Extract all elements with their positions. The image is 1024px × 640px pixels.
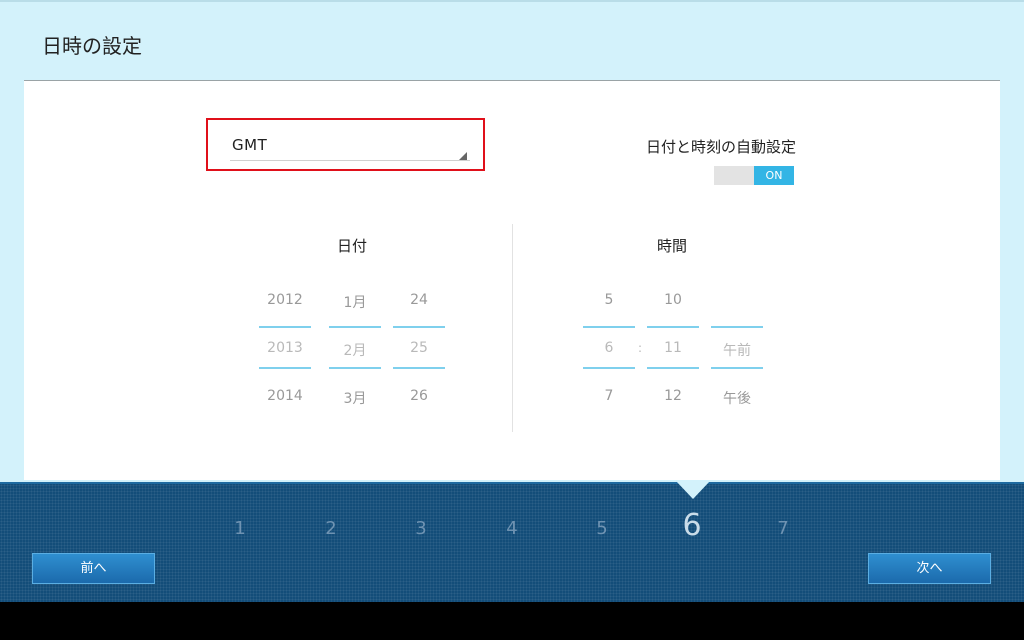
year-prev[interactable]: 2012 [259,292,311,308]
minute-next[interactable]: 12 [647,388,699,404]
step-2: 2 [325,518,337,539]
timezone-value: GMT [232,136,268,154]
header: 日時の設定 [0,0,1024,80]
time-separator: : [638,341,643,355]
timezone-underline [230,160,470,161]
step-7: 7 [777,518,789,539]
step-5: 5 [596,518,608,539]
timezone-dropdown[interactable]: GMT [206,118,485,171]
system-bar [0,602,1024,640]
ampm-divider-top [711,326,763,328]
ampm-selected[interactable]: 午前 [711,340,763,360]
year-selected[interactable]: 2013 [259,340,311,356]
month-prev[interactable]: 1月 [329,292,381,312]
month-next[interactable]: 3月 [329,388,381,408]
day-divider-bottom [393,367,445,369]
minute-selected[interactable]: 11 [647,340,699,356]
minute-divider-top [647,326,699,328]
month-divider-bottom [329,367,381,369]
dropdown-arrow-icon [459,152,467,160]
day-prev[interactable]: 24 [393,292,445,308]
date-section-title: 日付 [336,237,367,255]
hour-divider-top [583,326,635,328]
day-next[interactable]: 26 [393,388,445,404]
day-divider-top [393,326,445,328]
section-divider [512,224,513,432]
ampm-next[interactable]: 午後 [711,388,763,408]
auto-datetime-label: 日付と時刻の自動設定 [645,138,796,156]
step-6-current: 6 [682,508,702,543]
hour-divider-bottom [583,367,635,369]
year-divider-bottom [259,367,311,369]
year-divider-top [259,326,311,328]
previous-button[interactable]: 前へ [32,553,155,584]
wizard-footer [0,482,1024,602]
step-1: 1 [234,518,246,539]
toggle-on-label: ON [754,166,794,185]
year-next[interactable]: 2014 [259,388,311,404]
step-3: 3 [415,518,427,539]
ampm-divider-bottom [711,367,763,369]
hour-prev[interactable]: 5 [583,292,635,308]
month-selected[interactable]: 2月 [329,340,381,360]
minute-prev[interactable]: 10 [647,292,699,308]
current-step-indicator-icon [676,481,710,499]
auto-datetime-toggle[interactable]: ON [714,166,794,185]
next-button[interactable]: 次へ [868,553,991,584]
hour-selected[interactable]: 6 [583,340,635,356]
hour-next[interactable]: 7 [583,388,635,404]
step-4: 4 [506,518,518,539]
time-section-title: 時間 [656,237,687,255]
month-divider-top [329,326,381,328]
minute-divider-bottom [647,367,699,369]
day-selected[interactable]: 25 [393,340,445,356]
page-title: 日時の設定 [42,34,142,58]
